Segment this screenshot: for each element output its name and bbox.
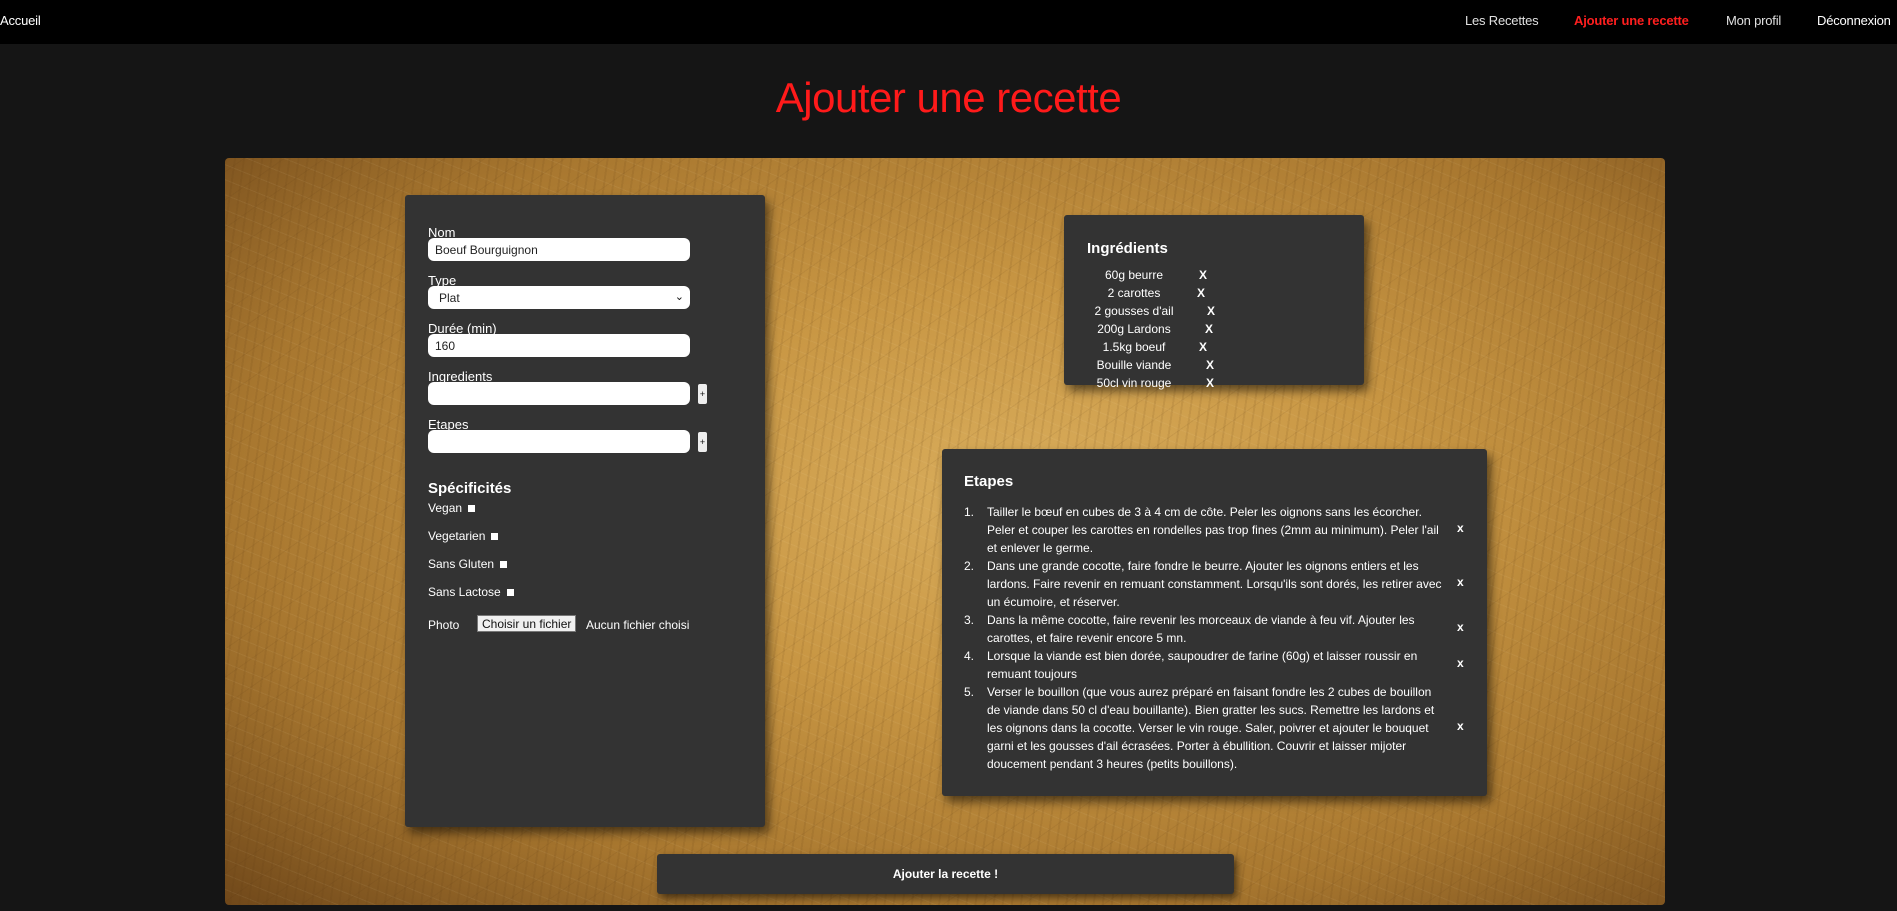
ingredient-item: 200g Lardons X <box>1064 322 1224 340</box>
spec-sans-lactose-label: Sans Lactose <box>428 585 501 599</box>
step-text: Lorsque la viande est bien dorée, saupou… <box>987 649 1418 681</box>
ingredient-text: 2 carottes <box>1107 286 1161 300</box>
ingredient-text: 200g Lardons <box>1097 322 1171 336</box>
step-number: 1. <box>964 505 975 519</box>
ingredient-text: Bouille viande <box>1096 358 1172 372</box>
remove-ingredient-button[interactable]: X <box>1205 322 1213 336</box>
vegetarien-checkbox[interactable] <box>491 533 499 541</box>
step-text: Dans une grande cocotte, faire fondre le… <box>987 559 1442 609</box>
nav-add-recipe-link[interactable]: Ajouter une recette <box>1574 13 1689 28</box>
step-item: 4. Lorsque la viande est bien dorée, sau… <box>964 647 1434 683</box>
nav-home-link[interactable]: Accueil <box>0 13 41 28</box>
remove-step-button[interactable]: x <box>1457 656 1464 670</box>
ingredient-item: Bouille viande X <box>1064 358 1224 376</box>
remove-ingredient-button[interactable]: X <box>1206 376 1214 390</box>
chevron-down-icon: ⌄ <box>674 291 684 303</box>
ingredient-item: 50cl vin rouge X <box>1064 376 1224 394</box>
step-item: 3. Dans la même cocotte, faire revenir l… <box>964 611 1434 647</box>
remove-ingredient-button[interactable]: X <box>1199 268 1207 282</box>
ingredient-item: 60g beurre X <box>1064 268 1224 286</box>
step-item: 5. Verser le bouillon (que vous aurez pr… <box>964 683 1434 773</box>
step-number: 5. <box>964 685 975 699</box>
remove-step-button[interactable]: x <box>1457 620 1464 634</box>
step-item: 1. Tailler le bœuf en cubes de 3 à 4 cm … <box>964 503 1439 557</box>
photo-label: Photo <box>428 618 460 632</box>
steps-title: Etapes <box>964 473 1014 490</box>
remove-ingredient-button[interactable]: X <box>1197 286 1205 300</box>
step-number: 3. <box>964 613 975 627</box>
step-text: Verser le bouillon (que vous aurez prépa… <box>987 685 1435 771</box>
ingredient-input[interactable] <box>428 382 690 405</box>
ingredient-text: 60g beurre <box>1104 268 1164 282</box>
nav-profile-link[interactable]: Mon profil <box>1726 13 1781 28</box>
spec-sans-lactose: Sans Lactose <box>428 585 514 599</box>
step-input[interactable] <box>428 430 690 453</box>
type-select[interactable]: Plat ⌄ <box>428 286 690 309</box>
steps-panel: Etapes 1. Tailler le bœuf en cubes de 3 … <box>942 449 1487 796</box>
ingredient-item: 1.5kg boeuf X <box>1064 340 1224 358</box>
remove-ingredient-button[interactable]: X <box>1207 304 1215 318</box>
name-input[interactable]: Boeuf Bourguignon <box>428 238 690 261</box>
choose-file-button[interactable]: Choisir un fichier <box>477 615 577 632</box>
spec-sans-gluten: Sans Gluten <box>428 557 508 571</box>
add-step-button[interactable]: + <box>698 432 707 452</box>
duration-input[interactable]: 160 <box>428 334 690 357</box>
file-status-text: Aucun fichier choisi <box>586 618 690 632</box>
step-item: 2. Dans une grande cocotte, faire fondre… <box>964 557 1442 611</box>
spec-vegan: Vegan <box>428 501 476 515</box>
nav-recipes-link[interactable]: Les Recettes <box>1465 13 1539 28</box>
step-number: 4. <box>964 649 975 663</box>
remove-ingredient-button[interactable]: X <box>1206 358 1214 372</box>
ingredient-text: 1.5kg boeuf <box>1102 340 1166 354</box>
remove-step-button[interactable]: x <box>1457 719 1464 733</box>
specificities-title: Spécificités <box>428 480 512 497</box>
remove-ingredient-button[interactable]: X <box>1199 340 1207 354</box>
spec-vegetarien: Vegetarien <box>428 529 499 543</box>
type-selected-value: Plat <box>439 290 460 305</box>
step-text: Tailler le bœuf en cubes de 3 à 4 cm de … <box>987 505 1439 555</box>
ingredient-item: 2 gousses d'ail X <box>1064 304 1224 322</box>
ingredient-item: 2 carottes X <box>1064 286 1224 304</box>
spec-vegetarien-label: Vegetarien <box>428 529 486 543</box>
add-ingredient-button[interactable]: + <box>698 384 707 404</box>
nav-logout-link[interactable]: Déconnexion <box>1817 13 1891 28</box>
top-nav: Accueil Les Recettes Ajouter une recette… <box>0 0 1897 44</box>
remove-step-button[interactable]: x <box>1457 521 1464 535</box>
page-title: Ajouter une recette <box>775 74 1122 121</box>
recipe-form-panel: Nom Boeuf Bourguignon Type Plat ⌄ Durée … <box>405 195 765 827</box>
remove-step-button[interactable]: x <box>1457 575 1464 589</box>
spec-vegan-label: Vegan <box>428 501 463 515</box>
step-text: Dans la même cocotte, faire revenir les … <box>987 613 1415 645</box>
wood-board-background: Nom Boeuf Bourguignon Type Plat ⌄ Durée … <box>225 158 1665 905</box>
submit-recipe-button[interactable]: Ajouter la recette ! <box>657 854 1234 894</box>
sans-lactose-checkbox[interactable] <box>506 589 514 597</box>
sans-gluten-checkbox[interactable] <box>500 561 508 569</box>
ingredients-panel: Ingrédients 60g beurre X 2 carottes X 2 … <box>1064 215 1364 390</box>
ingredient-text: 2 gousses d'ail <box>1094 304 1174 318</box>
vegan-checkbox[interactable] <box>468 505 476 513</box>
step-number: 2. <box>964 559 975 573</box>
spec-sans-gluten-label: Sans Gluten <box>428 557 495 571</box>
ingredients-title: Ingrédients <box>1087 240 1168 257</box>
ingredient-text: 50cl vin rouge <box>1096 376 1172 390</box>
